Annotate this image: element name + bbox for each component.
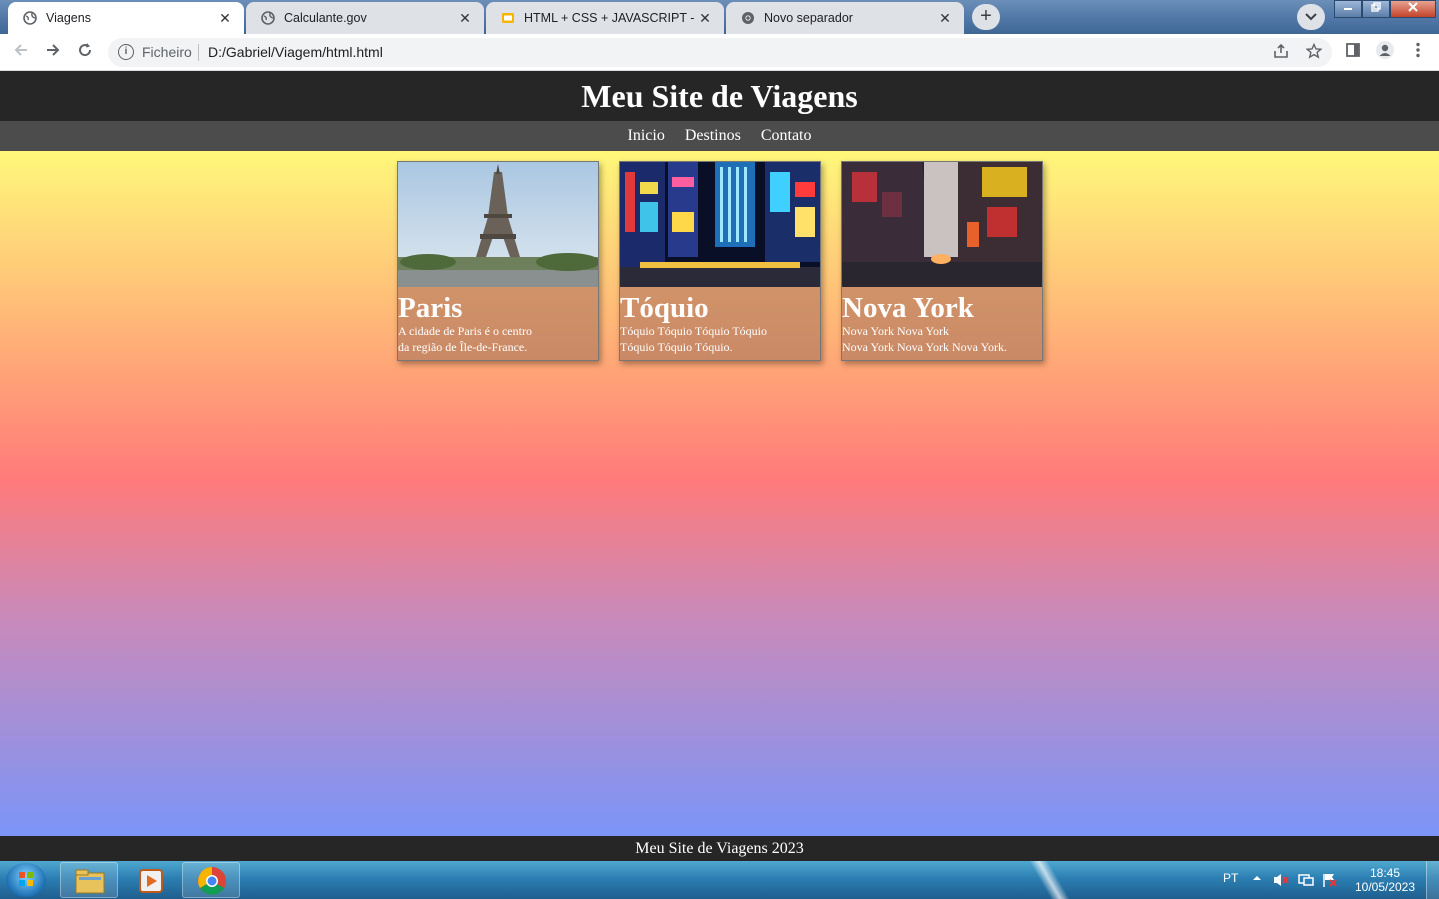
menu-button[interactable] xyxy=(1405,40,1431,66)
site-header: Meu Site de Viagens xyxy=(0,71,1439,121)
star-icon[interactable] xyxy=(1304,42,1324,63)
reload-button[interactable] xyxy=(72,40,98,66)
folder-icon xyxy=(61,869,119,899)
site-nav: Inicio Destinos Contato xyxy=(0,121,1439,151)
tab-strip: Viagens ✕ Calculante.gov ✕ HTML + CSS + … xyxy=(0,0,1439,34)
forward-button[interactable] xyxy=(40,40,66,66)
tab-title: Calculante.gov xyxy=(284,11,367,25)
tab-viagens[interactable]: Viagens ✕ xyxy=(8,2,244,34)
chevron-down-icon xyxy=(1305,10,1317,24)
new-tab-button[interactable]: + xyxy=(972,4,1000,30)
card-text: A cidade de Paris é o centro da região d… xyxy=(398,324,532,354)
profile-button[interactable] xyxy=(1372,40,1398,66)
browser-toolbar: i Ficheiro D:/Gabriel/Viagem/html.html xyxy=(0,34,1439,71)
close-tab-icon[interactable]: ✕ xyxy=(696,9,714,27)
address-bar[interactable]: i Ficheiro D:/Gabriel/Viagem/html.html xyxy=(108,38,1332,67)
volume-muted-icon[interactable] xyxy=(1272,872,1290,899)
reload-icon xyxy=(77,43,93,62)
close-window-button[interactable] xyxy=(1390,0,1436,18)
tab-title: HTML + CSS + JAVASCRIPT - Goo xyxy=(524,11,696,25)
globe-icon xyxy=(22,10,38,26)
show-hidden-icons-icon[interactable] xyxy=(1250,871,1264,899)
arrow-left-icon xyxy=(13,43,29,62)
restore-button[interactable] xyxy=(1362,0,1390,18)
taskbar-chrome[interactable] xyxy=(182,862,240,898)
card-text: Nova York Nova York Nova York Nova York … xyxy=(842,324,1008,354)
destination-card-paris: Paris A cidade de Paris é o centro da re… xyxy=(397,161,599,361)
media-player-icon xyxy=(122,869,180,899)
wallpaper-streak xyxy=(1020,861,1080,899)
nav-link-destinos[interactable]: Destinos xyxy=(685,127,741,144)
windows-taskbar: PT 18:45 10/05/2023 xyxy=(0,861,1439,899)
clock-date: 10/05/2023 xyxy=(1354,880,1416,894)
back-button[interactable] xyxy=(8,40,34,66)
tab-calculante[interactable]: Calculante.gov ✕ xyxy=(246,2,484,34)
avatar-icon xyxy=(1375,41,1395,64)
info-icon[interactable]: i xyxy=(118,44,134,60)
nav-link-inicio[interactable]: Inicio xyxy=(628,127,665,144)
arrow-right-icon xyxy=(45,43,61,62)
side-panel-icon xyxy=(1345,43,1361,62)
clock-time: 18:45 xyxy=(1369,866,1401,880)
side-panel-button[interactable] xyxy=(1340,40,1366,66)
main-content: Paris A cidade de Paris é o centro da re… xyxy=(0,151,1439,836)
start-button[interactable] xyxy=(6,863,46,897)
kebab-menu-icon xyxy=(1416,42,1420,62)
tab-title: Viagens xyxy=(46,11,91,25)
web-page: Meu Site de Viagens Inicio Destinos Cont… xyxy=(0,71,1439,861)
taskbar-media-player[interactable] xyxy=(121,862,179,898)
tab-search-button[interactable] xyxy=(1297,4,1325,30)
tab-html-css-js[interactable]: HTML + CSS + JAVASCRIPT - Goo ✕ xyxy=(486,2,724,34)
close-tab-icon[interactable]: ✕ xyxy=(456,9,474,27)
windows-logo-icon xyxy=(6,872,46,899)
close-tab-icon[interactable]: ✕ xyxy=(936,9,954,27)
taskbar-explorer[interactable] xyxy=(60,862,118,898)
chrome-icon xyxy=(740,10,756,26)
card-title: Paris xyxy=(398,292,463,324)
chrome-icon xyxy=(183,867,241,899)
nav-link-contato[interactable]: Contato xyxy=(761,127,812,144)
destination-card-toquio: Tóquio Tóquio Tóquio Tóquio Tóquio Tóqui… xyxy=(619,161,821,361)
minimize-icon xyxy=(1343,3,1353,15)
slides-icon xyxy=(500,10,516,26)
close-icon xyxy=(1408,2,1418,15)
close-tab-icon[interactable]: ✕ xyxy=(216,9,234,27)
language-indicator[interactable]: PT xyxy=(1223,861,1238,899)
tab-novo-separador[interactable]: Novo separador ✕ xyxy=(726,2,964,34)
destination-card-nova-york: Nova York Nova York Nova York Nova York … xyxy=(841,161,1043,361)
system-clock[interactable]: 18:45 10/05/2023 xyxy=(1348,866,1422,894)
globe-icon xyxy=(260,10,276,26)
site-footer: Meu Site de Viagens 2023 xyxy=(0,836,1439,861)
card-text: Tóquio Tóquio Tóquio Tóquio Tóquio Tóqui… xyxy=(620,324,768,354)
tokyo-street-photo xyxy=(620,162,820,287)
footer-text: Meu Site de Viagens 2023 xyxy=(635,840,804,857)
action-center-flag-icon[interactable] xyxy=(1321,872,1339,899)
share-icon[interactable] xyxy=(1271,43,1291,63)
show-desktop-button[interactable] xyxy=(1426,861,1439,899)
divider xyxy=(198,44,199,61)
scheme-label: Ficheiro xyxy=(142,44,192,60)
tab-title: Novo separador xyxy=(764,11,853,25)
card-title: Tóquio xyxy=(620,292,709,324)
new-york-times-square-photo xyxy=(842,162,1042,287)
card-title: Nova York xyxy=(842,292,974,324)
site-title: Meu Site de Viagens xyxy=(581,78,858,114)
network-icon[interactable] xyxy=(1297,872,1315,899)
url-text[interactable]: D:/Gabriel/Viagem/html.html xyxy=(208,44,383,60)
restore-icon xyxy=(1371,2,1381,15)
paris-eiffel-tower-photo xyxy=(398,162,598,287)
minimize-button[interactable] xyxy=(1334,0,1362,18)
